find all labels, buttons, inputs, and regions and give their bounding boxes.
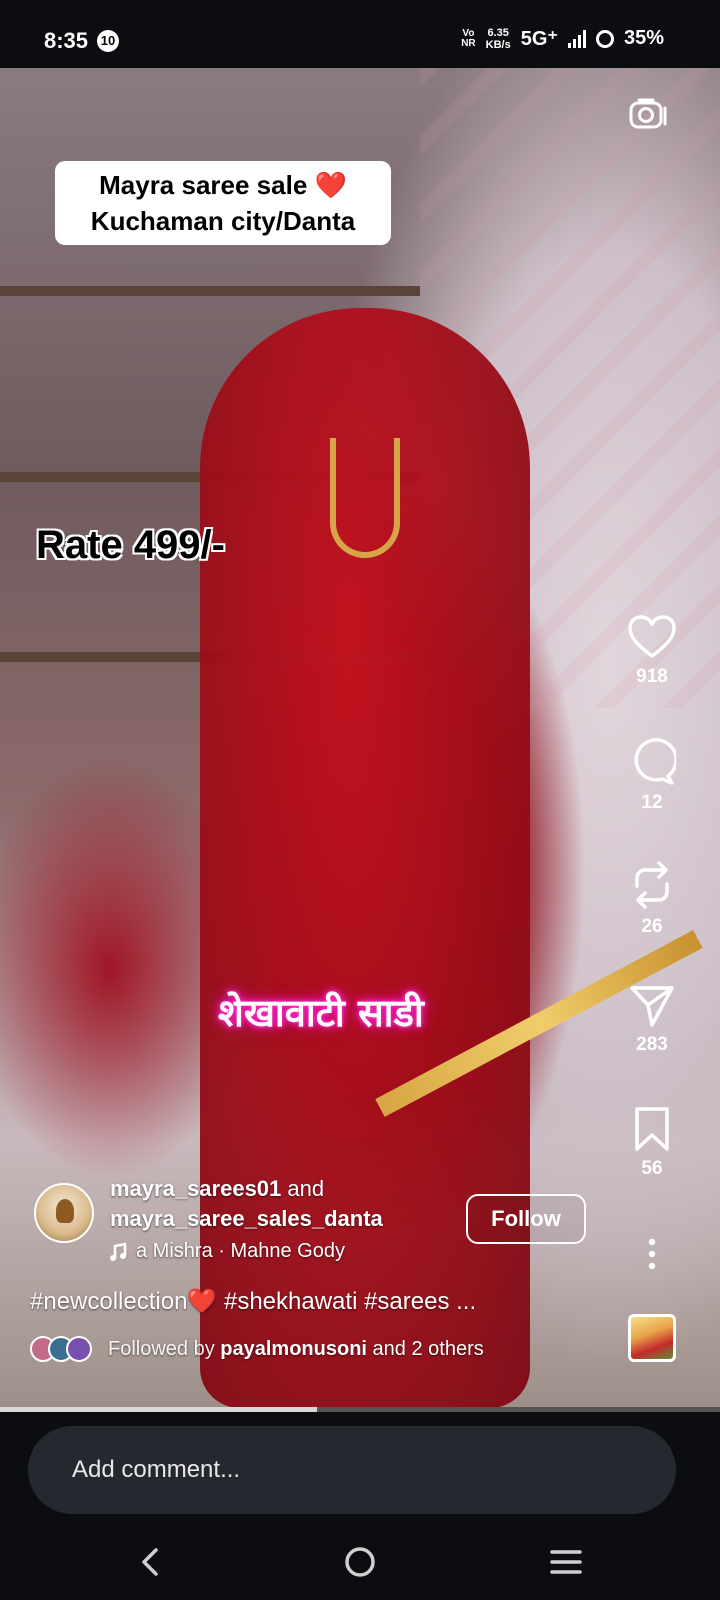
camera-icon[interactable] <box>628 96 668 132</box>
heart-icon[interactable] <box>627 614 677 660</box>
signal-icon <box>567 29 586 48</box>
home-icon <box>345 1547 375 1577</box>
network-speed: 6.35 KB/s <box>485 26 511 51</box>
shelf <box>0 286 420 296</box>
caption-line-2: Kuchaman city/Danta <box>90 206 356 236</box>
followed-by-row[interactable]: Followed by payalmonusoni and 2 others <box>30 1336 484 1362</box>
comment-input[interactable]: Add comment... <box>28 1426 676 1514</box>
like-action[interactable]: 918 <box>620 614 684 688</box>
like-count: 918 <box>636 666 668 687</box>
caption-line-1: Mayra saree sale ❤️ <box>99 170 347 200</box>
username-line-1[interactable]: mayra_sarees01 and <box>110 1176 324 1202</box>
audio-thumbnail[interactable] <box>628 1314 676 1362</box>
followed-by-user[interactable]: payalmonusoni <box>220 1338 367 1360</box>
rate-text: Rate 499/- <box>36 523 225 567</box>
username-collaborator[interactable]: mayra_saree_sales_danta <box>110 1206 383 1231</box>
send-icon[interactable] <box>628 984 676 1028</box>
notification-count-badge: 10 <box>97 30 119 52</box>
comment-count: 12 <box>641 792 663 813</box>
repost-action[interactable]: 26 <box>620 860 684 938</box>
repost-count: 26 <box>641 916 663 937</box>
recents-icon <box>550 1550 582 1574</box>
comment-bubble-icon[interactable] <box>628 738 676 786</box>
veil-border <box>330 438 400 558</box>
audio-title: a Mishra · Mahne Gody <box>136 1240 345 1262</box>
status-time: 8:35 <box>44 28 89 53</box>
share-action[interactable]: 283 <box>620 984 684 1056</box>
recents-button[interactable] <box>546 1542 586 1582</box>
repost-icon[interactable] <box>629 860 675 910</box>
battery-icon <box>595 29 614 48</box>
volte-indicator: Vo NR <box>461 27 476 49</box>
status-indicators: Vo NR 6.35 KB/s 5G⁺ 35% <box>461 26 664 51</box>
audio-track[interactable]: a Mishra · Mahne Gody <box>108 1240 345 1263</box>
status-bar: 8:35 10 Vo NR 6.35 KB/s 5G⁺ 35% <box>0 0 720 68</box>
followed-by-text: Followed by payalmonusoni and 2 others <box>108 1337 484 1360</box>
more-vertical-icon[interactable] <box>646 1238 658 1270</box>
username-primary[interactable]: mayra_sarees01 <box>110 1176 281 1201</box>
bottom-bar: Add comment... <box>0 1412 720 1600</box>
username-line-2[interactable]: mayra_saree_sales_danta <box>110 1206 383 1232</box>
avatar[interactable] <box>34 1183 94 1243</box>
system-nav-bar <box>0 1524 720 1600</box>
video-caption-box: Mayra saree sale ❤️ Kuchaman city/Danta <box>55 161 391 245</box>
bookmark-icon[interactable] <box>632 1106 672 1152</box>
post-caption-hashtags[interactable]: #newcollection❤️ #shekhawati #sarees ... <box>30 1287 476 1316</box>
home-button[interactable] <box>340 1542 380 1582</box>
back-icon <box>142 1548 158 1576</box>
back-button[interactable] <box>130 1542 170 1582</box>
comment-placeholder: Add comment... <box>72 1456 241 1483</box>
more-options[interactable] <box>620 1238 684 1270</box>
save-action[interactable]: 56 <box>620 1106 684 1180</box>
network-type: 5G⁺ <box>520 28 558 50</box>
comment-action[interactable]: 12 <box>620 738 684 814</box>
music-note-icon <box>110 1241 127 1261</box>
overlay-hindi-text: शेखावाटी साडी <box>218 991 424 1035</box>
share-count: 283 <box>636 1034 668 1055</box>
follower-avatar <box>66 1336 92 1362</box>
battery-percent: 35% <box>623 27 664 49</box>
save-count: 56 <box>641 1158 663 1179</box>
follow-button[interactable]: Follow <box>466 1194 586 1244</box>
collab-conjunction: and <box>281 1176 325 1201</box>
